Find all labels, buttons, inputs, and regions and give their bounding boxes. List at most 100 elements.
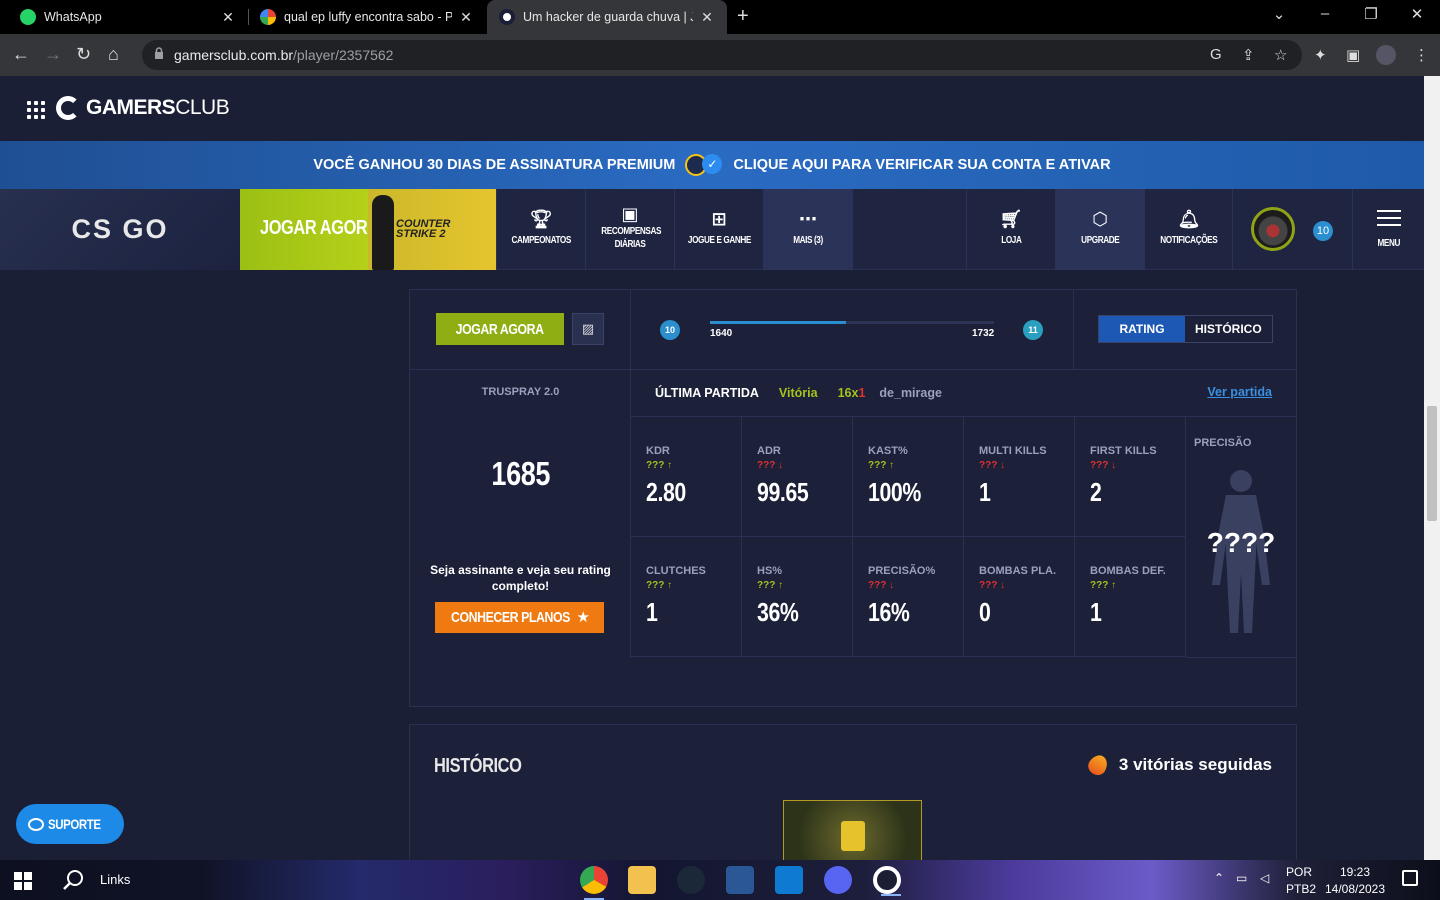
gamersclub-icon xyxy=(499,9,515,25)
jogar-agora-label: JOGAR AGORA xyxy=(456,320,544,338)
address-bar[interactable]: gamersclub.com.br/player/2357562 xyxy=(142,40,1302,70)
taskbar-search-label[interactable]: Links xyxy=(100,872,130,887)
arrow-up-icon: ↑ xyxy=(667,580,673,591)
csgo-logo[interactable]: CS GO xyxy=(0,189,240,270)
avatar[interactable] xyxy=(1251,207,1295,251)
image-button[interactable]: ▨ xyxy=(572,313,604,345)
reload-button[interactable]: ↻ xyxy=(76,44,91,65)
back-button[interactable]: ← xyxy=(12,44,30,65)
match-thumbnail[interactable] xyxy=(783,800,922,860)
hamburger-icon xyxy=(1376,210,1401,226)
minimize-button[interactable]: – xyxy=(1302,5,1348,22)
word-icon[interactable] xyxy=(726,866,754,894)
nav-upgrade[interactable]: ⬡ UPGRADE xyxy=(1055,189,1144,270)
page-scrollbar[interactable] xyxy=(1424,76,1440,860)
stat-compare: ??? ↓ xyxy=(868,580,894,591)
menu-button[interactable]: MENU xyxy=(1352,189,1424,270)
file-explorer-icon[interactable] xyxy=(628,866,656,894)
stat-value: 2.80 xyxy=(646,477,695,508)
stat-label: HS% xyxy=(757,565,783,577)
tab-gamersclub[interactable]: Um hacker de guarda chuva | Jog ✕ xyxy=(487,0,727,34)
stat-label: BOMBAS DEF. xyxy=(1090,565,1166,577)
premium-promo-banner[interactable]: VOCÊ GANHOU 30 DIAS DE ASSINATURA PREMIU… xyxy=(0,141,1424,189)
discord-icon[interactable] xyxy=(824,866,852,894)
gamersclub-app-icon[interactable] xyxy=(873,866,901,896)
tab-rating[interactable]: RATING xyxy=(1099,316,1185,342)
notification-icon[interactable] xyxy=(1402,870,1418,886)
tab-search-icon[interactable]: ⌄ xyxy=(1256,5,1302,23)
new-tab-button[interactable]: + xyxy=(737,5,749,28)
network-icon[interactable]: ▭ xyxy=(1236,871,1247,885)
nav-jogue-e-ganhe[interactable]: ⊞ JOGUE E GANHE xyxy=(674,189,763,270)
profile-avatar[interactable] xyxy=(1376,45,1396,65)
clock[interactable]: 19:23 14/08/2023 xyxy=(1324,864,1386,898)
tab-historico[interactable]: HISTÓRICO xyxy=(1185,316,1272,342)
stat-compare-text: ??? xyxy=(646,460,665,471)
tab-google-search[interactable]: qual ep luffy encontra sabo - Pes ✕ xyxy=(248,0,486,34)
forward-button[interactable]: → xyxy=(44,44,62,65)
nav-campeonatos[interactable]: 🏆︎ CAMPEONATOS xyxy=(496,189,585,270)
jogar-agora-banner[interactable]: JOGAR AGORA COUNTER STRIKE 2 xyxy=(240,189,496,270)
stat-compare-text: ??? xyxy=(646,580,665,591)
google-lens-icon[interactable]: G xyxy=(1210,46,1222,63)
ver-partida-link[interactable]: Ver partida xyxy=(1207,385,1272,399)
premium-badge-icon: ✓ xyxy=(685,154,723,176)
current-level-badge: 10 xyxy=(660,320,680,340)
last-match-score: 16x1 xyxy=(838,386,866,400)
close-tab-icon[interactable]: ✕ xyxy=(220,9,236,26)
tab-title: qual ep luffy encontra sabo - Pes xyxy=(284,10,452,24)
rating-historico-tabs: RATING HISTÓRICO xyxy=(1098,315,1273,343)
chrome-menu-icon[interactable]: ⋮ xyxy=(1414,46,1429,64)
historico-title: HISTÓRICO xyxy=(434,755,541,778)
nav-recompensas[interactable]: ▣ RECOMPENSAS DIÁRIAS xyxy=(585,189,674,270)
score-a: 16x xyxy=(837,386,859,400)
restore-button[interactable]: ❐ xyxy=(1348,5,1394,23)
lang-line2: PTB2 xyxy=(1286,882,1317,896)
stat-value: 99.65 xyxy=(757,477,820,508)
chrome-icon[interactable] xyxy=(580,866,608,900)
stat-cell: PRECISÃO%??? ↓ 16% xyxy=(853,537,964,657)
stat-value: 0 xyxy=(979,597,993,628)
suporte-button[interactable]: SUPORTE xyxy=(16,804,124,844)
nav-mais[interactable]: ⋯ MAIS (3) xyxy=(763,189,852,270)
search-icon[interactable] xyxy=(62,869,84,891)
stat-value-text: 1 xyxy=(1090,597,1102,627)
scrollbar-thumb[interactable] xyxy=(1427,406,1437,521)
close-tab-icon[interactable]: ✕ xyxy=(458,9,474,26)
share-icon[interactable]: ⇪ xyxy=(1242,46,1255,64)
stat-cell: HS%??? ↑ 36% xyxy=(742,537,853,657)
level-progress-bar xyxy=(710,321,994,324)
stat-compare-text: ??? xyxy=(868,460,887,471)
vscode-icon[interactable] xyxy=(775,866,803,894)
menu-label: MENU xyxy=(1377,238,1400,249)
nav-label: UPGRADE xyxy=(1080,234,1120,246)
win-streak: 3 vitórias seguidas xyxy=(1085,751,1272,779)
windows-start-icon[interactable] xyxy=(14,872,32,890)
steam-icon[interactable] xyxy=(677,866,705,894)
home-button[interactable]: ⌂ xyxy=(108,44,119,65)
extensions-icon[interactable]: ✦ xyxy=(1314,46,1327,64)
stat-label: CLUTCHES xyxy=(646,565,706,577)
bookmark-star-icon[interactable]: ☆ xyxy=(1274,46,1287,64)
apps-grid-icon[interactable] xyxy=(27,101,45,119)
tab-whatsapp[interactable]: WhatsApp ✕ xyxy=(8,0,248,34)
close-window-button[interactable]: ✕ xyxy=(1394,5,1440,23)
nav-notificacoes[interactable]: 🔔︎ NOTIFICAÇÕES xyxy=(1144,189,1233,270)
gamersclub-logo[interactable]: GAMERSCLUB xyxy=(56,96,230,120)
chevron-up-icon[interactable]: ⌃ xyxy=(1214,871,1224,885)
close-tab-icon[interactable]: ✕ xyxy=(699,9,715,26)
conhecer-planos-button[interactable]: CONHECER PLANOS ★ xyxy=(435,602,604,633)
language-indicator[interactable]: POR PTB2 xyxy=(1286,864,1316,898)
stat-compare: ??? ↑ xyxy=(757,580,783,591)
arrow-down-icon: ↓ xyxy=(1000,460,1006,471)
last-match-map: de_mirage xyxy=(879,386,942,400)
stat-compare: ??? ↑ xyxy=(646,460,672,471)
jogar-agora-button[interactable]: JOGAR AGORA xyxy=(436,313,564,345)
side-panel-icon[interactable]: ▣ xyxy=(1346,46,1360,64)
user-profile[interactable]: 10 xyxy=(1232,189,1352,270)
stat-compare-text: ??? xyxy=(1090,580,1109,591)
rating-value: 1685 xyxy=(410,455,631,493)
bell-icon: 🔔︎ xyxy=(1177,208,1201,229)
nav-loja[interactable]: 🛒︎ LOJA xyxy=(966,189,1055,270)
volume-icon[interactable]: ◁ xyxy=(1260,871,1269,885)
